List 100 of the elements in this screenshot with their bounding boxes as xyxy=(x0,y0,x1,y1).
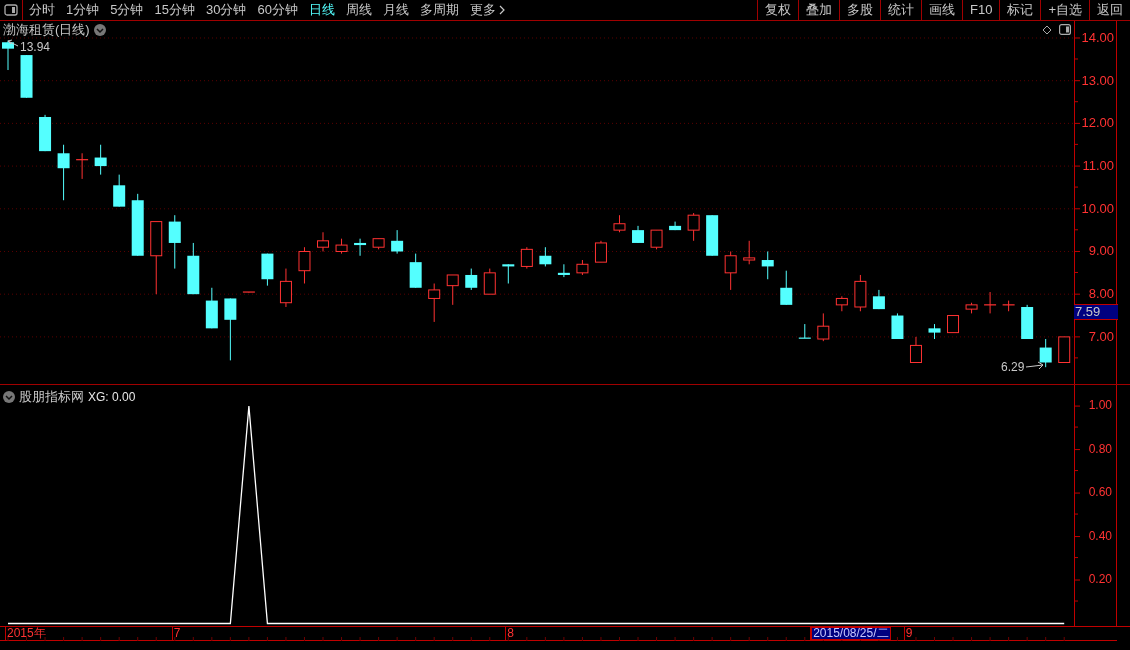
diamond-icon[interactable] xyxy=(1042,25,1052,35)
period-tab[interactable]: 更多 xyxy=(469,0,505,20)
candle xyxy=(724,251,737,291)
toolbar-button[interactable]: 叠加 xyxy=(798,0,839,20)
axis-label: 1.00 xyxy=(1088,399,1112,412)
candle xyxy=(409,253,422,289)
axis-label: 9.00 xyxy=(1088,244,1114,258)
date-label: 8 xyxy=(506,627,515,640)
period-tab[interactable]: 多周期 xyxy=(419,0,459,20)
axis-label: 8.00 xyxy=(1088,287,1114,301)
period-tab[interactable]: 分时 xyxy=(29,0,55,20)
axis-label: 0.40 xyxy=(1088,529,1112,542)
candle xyxy=(242,291,256,294)
candle xyxy=(1021,304,1034,340)
candle xyxy=(483,268,496,295)
candle xyxy=(817,312,830,342)
period-tab[interactable]: 周线 xyxy=(345,0,372,20)
date-label: 2015年 xyxy=(6,627,47,640)
axis-label: 0.20 xyxy=(1088,573,1112,586)
toolbar-button[interactable]: 多股 xyxy=(839,0,880,20)
low-price-label: 6.29 xyxy=(1001,361,1025,373)
candle xyxy=(279,268,292,308)
toolbar-button[interactable]: 复权 xyxy=(757,0,798,20)
candle xyxy=(94,144,107,176)
chevron-down-icon[interactable] xyxy=(3,390,15,403)
toolbar-button[interactable]: 画线 xyxy=(921,0,962,20)
candle xyxy=(835,295,848,312)
candle xyxy=(557,263,570,278)
candle xyxy=(891,312,904,340)
period-tab[interactable]: 1分钟 xyxy=(66,0,100,20)
candle xyxy=(224,297,237,361)
toolbar-button[interactable]: 标记 xyxy=(999,0,1041,20)
candle xyxy=(261,253,274,287)
candle xyxy=(632,225,644,244)
candle xyxy=(57,144,70,201)
candle xyxy=(428,283,441,323)
candle xyxy=(1002,300,1016,312)
candle xyxy=(502,263,515,284)
date-label: 9 xyxy=(904,627,914,640)
candle xyxy=(372,238,385,250)
candle xyxy=(854,274,867,312)
period-tab[interactable]: 15分钟 xyxy=(154,0,195,20)
period-tab[interactable]: 60分钟 xyxy=(257,0,298,20)
candle xyxy=(928,323,941,340)
candle xyxy=(317,231,329,252)
axis-label: 11.00 xyxy=(1082,159,1114,173)
toolbar-button[interactable]: F10 xyxy=(962,0,1000,20)
date-label: 7 xyxy=(172,627,182,640)
period-tab[interactable]: 30分钟 xyxy=(205,0,247,20)
current-price-marker: 7.59 xyxy=(1074,304,1118,320)
candle xyxy=(613,214,626,233)
candle xyxy=(687,212,700,242)
candle xyxy=(780,270,793,306)
period-tab[interactable]: 5分钟 xyxy=(110,0,144,20)
axis-label: 13.00 xyxy=(1081,73,1114,87)
candle xyxy=(131,193,144,257)
candle xyxy=(761,251,774,280)
candle xyxy=(983,291,997,314)
toolbar-button[interactable]: 返回 xyxy=(1089,0,1130,20)
candle xyxy=(539,246,552,267)
candle xyxy=(706,214,719,257)
candle xyxy=(446,274,459,306)
candle xyxy=(965,302,978,314)
axis-label: 7.00 xyxy=(1088,329,1114,343)
candle xyxy=(520,246,533,270)
arrow-icon xyxy=(7,39,19,47)
candle xyxy=(335,238,348,255)
axis-label: 10.00 xyxy=(1081,201,1114,215)
candle xyxy=(2,40,14,71)
period-tab[interactable]: 月线 xyxy=(382,0,409,20)
chevron-right-icon xyxy=(498,5,505,15)
candle xyxy=(205,287,218,329)
candle xyxy=(298,246,311,284)
candle xyxy=(20,54,33,99)
axis-label: 0.80 xyxy=(1088,442,1112,455)
candle xyxy=(669,221,682,231)
candle xyxy=(798,323,812,339)
axis-label: 14.00 xyxy=(1081,31,1114,44)
candle xyxy=(354,238,367,257)
candle xyxy=(909,336,922,363)
candle xyxy=(75,152,89,180)
indicator-reading: : 0.00 xyxy=(105,388,136,406)
candle xyxy=(872,289,885,310)
axis-label: 0.60 xyxy=(1088,486,1112,499)
candle xyxy=(168,214,181,270)
high-price-label: 13.94 xyxy=(20,41,51,53)
candle xyxy=(594,240,607,263)
period-tab[interactable]: 日线 xyxy=(308,0,335,20)
chevron-down-icon[interactable] xyxy=(93,23,106,36)
candle xyxy=(465,268,478,291)
arrow-icon xyxy=(1025,361,1044,370)
candle xyxy=(39,114,52,152)
candle xyxy=(947,315,960,334)
toolbar-button[interactable]: 统计 xyxy=(880,0,921,20)
candle xyxy=(576,259,589,276)
candle xyxy=(113,174,126,208)
candle xyxy=(187,242,200,295)
toolbar-button[interactable]: +自选 xyxy=(1040,0,1089,20)
candle xyxy=(650,229,663,250)
panel-icon[interactable] xyxy=(1059,24,1071,35)
